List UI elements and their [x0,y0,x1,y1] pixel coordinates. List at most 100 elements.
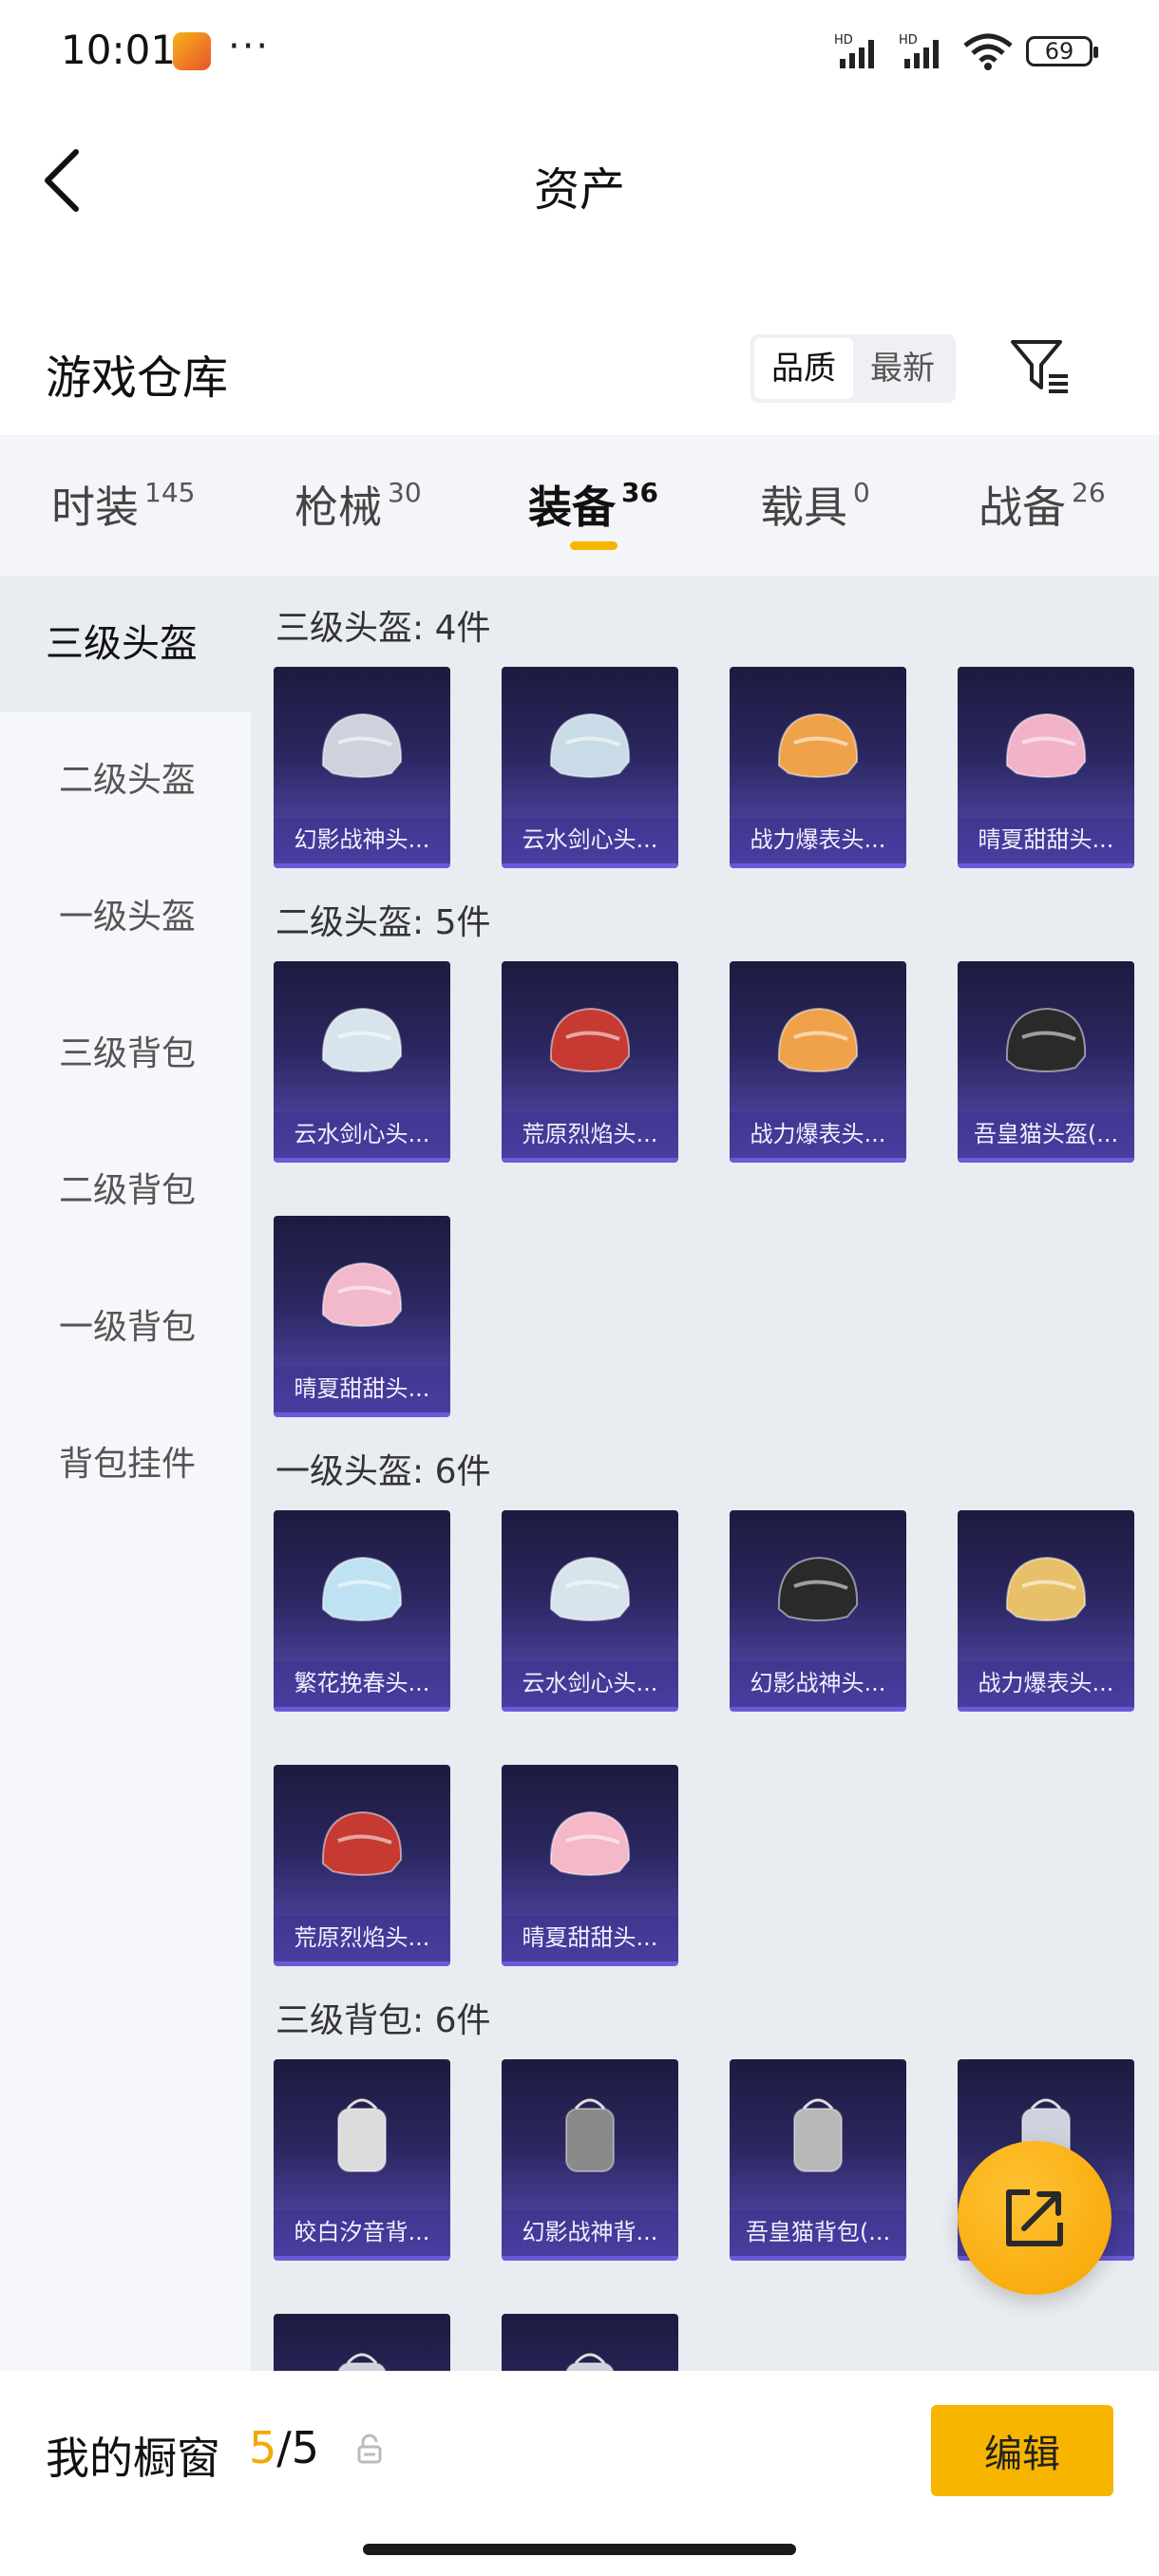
item-card-label: 晴夏甜甜头... [274,1367,450,1412]
item-card[interactable]: 荒原烈焰头... [502,961,678,1163]
item-card[interactable]: 晴夏甜甜头... [502,1765,678,1966]
item-card[interactable]: 云水剑心头... [502,667,678,868]
sidebar-item-level3-helmet[interactable]: 三级头盔 [0,576,251,712]
battery-icon: 69 [1026,36,1098,66]
backpack-icon [565,2353,615,2371]
helmet-icon [321,1556,403,1621]
item-card[interactable]: 吾皇猫背包(... [730,2059,906,2261]
item-card-label: 皎白汐音背... [274,2210,450,2256]
helmet-icon [777,712,859,778]
home-indicator[interactable] [363,2544,796,2555]
page-title: 资产 [533,163,625,217]
item-card[interactable]: 晴夏甜甜头... [958,667,1134,868]
item-card[interactable]: 繁花挽春头... [274,1510,450,1712]
item-card[interactable]: 荒原烈焰头... [274,1765,450,1966]
clock: 10:01 [61,27,177,73]
item-card[interactable]: 皎白汐音背... [274,2059,450,2261]
svg-text:HD: HD [834,33,853,47]
backpack-icon [565,2098,615,2172]
sidebar-item-level2-helmet[interactable]: 二级头盔 [0,712,251,849]
helmet-icon [549,1556,631,1621]
game-app-icon [173,32,211,70]
item-card-label: 晴夏甜甜头... [502,1916,678,1961]
tab-weapons[interactable]: 枪械 30 [294,473,422,536]
item-card-label: 晴夏甜甜头... [958,818,1134,863]
showcase-count: 5/5 [249,2422,320,2473]
item-card-label: 繁花挽春头... [274,1661,450,1707]
category-tabs: 时装 145 枪械 30 装备 36 载具 0 战备 26 [0,435,1159,576]
helmet-icon [777,1007,859,1072]
signal-icon: HD [834,33,874,68]
item-card[interactable] [274,2314,450,2371]
section-title: 三级背包: 6件 [276,2001,491,2040]
item-card-label: 幻影战神背... [502,2210,678,2256]
item-card-label: 战力爆表头... [730,1112,906,1158]
share-icon [1006,2189,1063,2246]
sidebar-item-level1-backpack[interactable]: 一级背包 [0,1260,251,1396]
item-card[interactable] [502,2314,678,2371]
header: 资产 [0,104,1159,247]
item-card-label: 荒原烈焰头... [274,1916,450,1961]
item-card-label: 云水剑心头... [502,1661,678,1707]
helmet-icon [549,712,631,778]
section-title: 二级头盔: 5件 [276,903,491,942]
status-bar: 10:01 ··· HD HD 69 [0,0,1159,104]
filter-icon[interactable] [1007,334,1074,401]
item-card-label: 吾皇猫背包(... [730,2210,906,2256]
backpack-icon [337,2098,387,2172]
helmet-icon [321,1261,403,1327]
item-card[interactable]: 战力爆表头... [958,1510,1134,1712]
item-card[interactable]: 战力爆表头... [730,961,906,1163]
lock-icon [357,2434,382,2464]
warehouse-title: 游戏仓库 [46,351,229,405]
sort-toggle: 品质 最新 [750,334,956,403]
item-card[interactable]: 幻影战神头... [730,1510,906,1712]
item-card-label: 吾皇猫头盔(... [958,1112,1134,1158]
item-card-label: 幻影战神头... [730,1661,906,1707]
helmet-icon [1005,712,1087,778]
helmet-icon [321,1810,403,1876]
tab-supplies[interactable]: 战备 26 [978,473,1106,536]
sidebar-item-level3-backpack[interactable]: 三级背包 [0,986,251,1123]
tab-fashion[interactable]: 时装 145 [51,473,195,536]
helmet-icon [1005,1556,1087,1621]
main-content: 三级头盔 二级头盔 一级头盔 三级背包 二级背包 一级背包 背包挂件 三级头盔:… [0,576,1159,2371]
item-card[interactable]: 云水剑心头... [274,961,450,1163]
backpack-icon [793,2098,843,2172]
edit-button[interactable]: 编辑 [931,2405,1113,2496]
svg-text:HD: HD [899,33,918,47]
item-card[interactable]: 幻影战神头... [274,667,450,868]
helmet-icon [549,1810,631,1876]
helmet-icon [321,712,403,778]
sort-quality-button[interactable]: 品质 [754,338,853,399]
active-tab-indicator [570,541,618,550]
item-card-label: 荒原烈焰头... [502,1112,678,1158]
sidebar-item-backpack-charm[interactable]: 背包挂件 [0,1396,251,1533]
item-card[interactable]: 吾皇猫头盔(... [958,961,1134,1163]
helmet-icon [321,1007,403,1072]
section-title: 三级头盔: 4件 [276,609,491,648]
tab-equipment[interactable]: 装备 36 [528,473,658,536]
sidebar: 三级头盔 二级头盔 一级头盔 三级背包 二级背包 一级背包 背包挂件 [0,576,251,2371]
item-card-label: 云水剑心头... [274,1112,450,1158]
sidebar-item-level1-helmet[interactable]: 一级头盔 [0,849,251,986]
item-card[interactable]: 幻影战神背... [502,2059,678,2261]
item-card[interactable]: 晴夏甜甜头... [274,1216,450,1417]
section-title: 一级头盔: 6件 [276,1452,491,1491]
backpack-icon [337,2353,387,2371]
signal-icon-2: HD [899,33,939,68]
tab-vehicles[interactable]: 载具 0 [760,473,870,536]
showcase-title: 我的橱窗 [46,2433,220,2484]
item-card-label: 战力爆表头... [730,818,906,863]
item-card-label: 幻影战神头... [274,818,450,863]
item-card[interactable]: 云水剑心头... [502,1510,678,1712]
more-notifications-icon: ··· [228,25,271,68]
helmet-icon [777,1556,859,1621]
item-card-label: 战力爆表头... [958,1661,1134,1707]
item-card-label: 云水剑心头... [502,818,678,863]
share-button[interactable] [958,2141,1112,2295]
helmet-icon [549,1007,631,1072]
sort-newest-button[interactable]: 最新 [853,338,952,399]
item-card[interactable]: 战力爆表头... [730,667,906,868]
sidebar-item-level2-backpack[interactable]: 二级背包 [0,1123,251,1260]
